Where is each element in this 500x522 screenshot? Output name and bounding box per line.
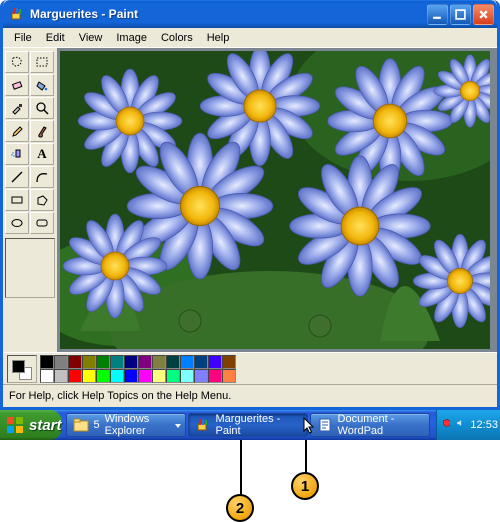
color-swatch[interactable] xyxy=(110,355,124,369)
color-swatch[interactable] xyxy=(208,369,222,383)
color-swatch[interactable] xyxy=(54,369,68,383)
menu-view[interactable]: View xyxy=(72,30,110,46)
current-colors[interactable] xyxy=(7,355,37,383)
tool-brush[interactable] xyxy=(30,120,54,142)
callout-line-2 xyxy=(240,440,242,500)
window-buttons xyxy=(427,4,494,25)
menu-colors[interactable]: Colors xyxy=(154,30,200,46)
taskbar-button-label: Document - WordPad xyxy=(338,413,423,437)
color-swatch[interactable] xyxy=(124,355,138,369)
taskbar-button[interactable]: Document - WordPad xyxy=(310,413,430,437)
clock[interactable]: 12:53 PM xyxy=(470,419,500,431)
color-swatch[interactable] xyxy=(166,369,180,383)
tool-airbrush[interactable] xyxy=(5,143,29,165)
color-swatch[interactable] xyxy=(138,369,152,383)
paint-window: Marguerites - Paint File Edit View Image… xyxy=(0,0,500,410)
color-swatch[interactable] xyxy=(138,355,152,369)
tool-fill[interactable] xyxy=(30,74,54,96)
color-swatch[interactable] xyxy=(68,355,82,369)
tool-curve[interactable] xyxy=(30,166,54,188)
tool-ellipse[interactable] xyxy=(5,212,29,234)
tool-rect-select[interactable] xyxy=(30,51,54,73)
callout-number-2: 2 xyxy=(236,500,244,517)
tool-rectangle[interactable] xyxy=(5,189,29,211)
taskbar-button[interactable]: 5 Windows Explorer xyxy=(66,413,186,437)
taskbar-buttons: 5 Windows Explorer Marguerites - Paint D… xyxy=(62,410,436,440)
system-tray[interactable]: 12:53 PM xyxy=(436,410,500,440)
close-button[interactable] xyxy=(473,4,494,25)
color-swatch[interactable] xyxy=(124,369,138,383)
taskbar-button-label: Marguerites - Paint xyxy=(216,413,301,437)
color-palette xyxy=(40,355,236,383)
window-title: Marguerites - Paint xyxy=(30,7,427,21)
color-swatch[interactable] xyxy=(222,369,236,383)
start-label: start xyxy=(29,417,62,434)
menu-edit[interactable]: Edit xyxy=(39,30,72,46)
toolbox: A xyxy=(3,48,57,352)
menu-image[interactable]: Image xyxy=(109,30,154,46)
tool-text[interactable]: A xyxy=(30,143,54,165)
color-swatch[interactable] xyxy=(166,355,180,369)
color-swatch[interactable] xyxy=(82,355,96,369)
color-swatch[interactable] xyxy=(40,369,54,383)
work-area: A xyxy=(3,48,497,352)
taskbar-group-count: 5 xyxy=(94,419,100,431)
callout-badge-2: 2 xyxy=(226,494,254,522)
color-swatch[interactable] xyxy=(152,369,166,383)
menu-file[interactable]: File xyxy=(7,30,39,46)
color-swatch[interactable] xyxy=(54,355,68,369)
start-button[interactable]: start xyxy=(0,410,62,440)
menu-help[interactable]: Help xyxy=(200,30,237,46)
color-swatch[interactable] xyxy=(222,355,236,369)
color-swatch[interactable] xyxy=(110,369,124,383)
color-swatch[interactable] xyxy=(152,355,166,369)
color-swatch[interactable] xyxy=(180,355,194,369)
tool-polygon[interactable] xyxy=(30,189,54,211)
canvas-viewport xyxy=(57,48,497,352)
callout-line-1 xyxy=(305,440,307,478)
tool-rounded-rect[interactable] xyxy=(30,212,54,234)
tool-options[interactable] xyxy=(5,238,55,298)
tool-pencil[interactable] xyxy=(5,120,29,142)
paint-cup-icon xyxy=(195,417,211,433)
paint-cup-icon xyxy=(9,6,25,22)
callout-badge-1: 1 xyxy=(291,472,319,500)
color-swatch[interactable] xyxy=(96,369,110,383)
tool-eraser[interactable] xyxy=(5,74,29,96)
tool-free-select[interactable] xyxy=(5,51,29,73)
volume-icon[interactable] xyxy=(456,418,464,432)
color-bar xyxy=(3,352,497,384)
titlebar[interactable]: Marguerites - Paint xyxy=(3,0,497,28)
canvas[interactable] xyxy=(60,51,490,349)
color-swatch[interactable] xyxy=(40,355,54,369)
color-swatch[interactable] xyxy=(194,369,208,383)
maximize-button[interactable] xyxy=(450,4,471,25)
color-swatch[interactable] xyxy=(180,369,194,383)
taskbar-button[interactable]: Marguerites - Paint xyxy=(188,413,308,437)
taskbar-button-label: Windows Explorer xyxy=(105,413,179,437)
color-swatch[interactable] xyxy=(208,355,222,369)
color-swatch[interactable] xyxy=(96,355,110,369)
status-text: For Help, click Help Topics on the Help … xyxy=(9,390,231,402)
minimize-button[interactable] xyxy=(427,4,448,25)
tool-magnify[interactable] xyxy=(30,97,54,119)
foreground-color-swatch[interactable] xyxy=(12,360,25,373)
color-swatch[interactable] xyxy=(68,369,82,383)
explorer-icon xyxy=(73,417,89,433)
tool-line[interactable] xyxy=(5,166,29,188)
shield-icon[interactable] xyxy=(443,418,451,432)
windows-logo-icon xyxy=(6,416,24,434)
menu-bar: File Edit View Image Colors Help xyxy=(3,28,497,48)
status-bar: For Help, click Help Topics on the Help … xyxy=(3,384,497,406)
color-swatch[interactable] xyxy=(194,355,208,369)
taskbar: start 5 Windows Explorer Marguerites - P… xyxy=(0,410,500,440)
tool-picker[interactable] xyxy=(5,97,29,119)
callout-number-1: 1 xyxy=(301,478,309,495)
color-swatch[interactable] xyxy=(82,369,96,383)
wordpad-icon xyxy=(317,417,333,433)
